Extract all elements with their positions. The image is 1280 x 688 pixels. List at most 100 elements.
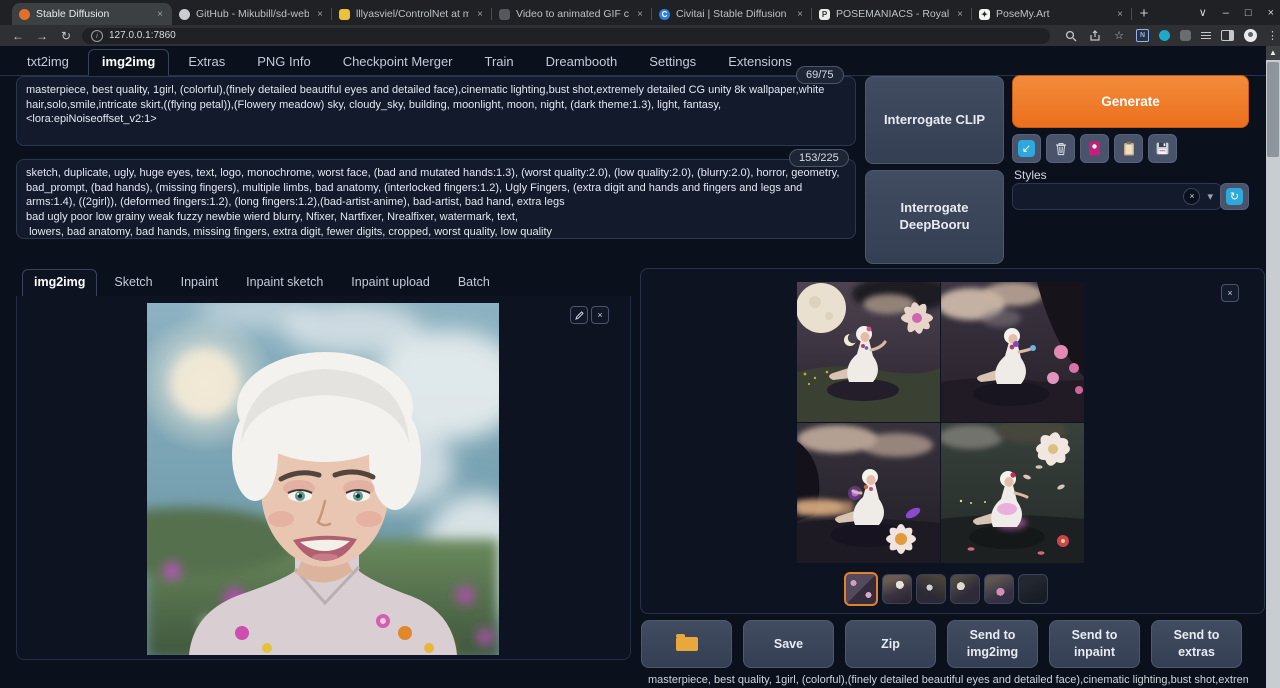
paste-params-button[interactable]: ↙ [1012,134,1041,163]
apply-styles-button[interactable] [1114,134,1143,163]
thumbnail-2[interactable] [882,574,912,604]
gallery-action-row: Save Zip Send to img2img Send to inpaint… [641,620,1242,668]
tab-close-icon[interactable]: × [155,9,165,20]
browser-tab-strip: Stable Diffusion × GitHub - Mikubill/sd-… [0,0,1280,25]
refresh-styles-button[interactable]: ↻ [1220,183,1249,210]
tab-train[interactable]: Train [472,50,527,75]
save-button[interactable]: Save [743,620,834,668]
zoom-icon[interactable] [1064,29,1078,43]
tab-extras[interactable]: Extras [175,50,238,75]
thumbnail-4[interactable] [950,574,980,604]
clear-prompt-button[interactable] [1046,134,1075,163]
extension-pin-icon[interactable] [1180,30,1191,41]
mode-tab-inpaint-sketch[interactable]: Inpaint sketch [235,270,334,296]
side-panel-icon[interactable] [1221,30,1234,41]
browser-tab-video-gif[interactable]: Video to animated GIF converter × [492,3,652,25]
open-folder-button[interactable] [641,620,732,668]
tab-close-icon[interactable]: × [955,9,965,20]
browser-tab-github[interactable]: GitHub - Mikubill/sd-webui-co × [172,3,332,25]
forward-icon[interactable]: → [30,29,54,43]
source-image-container[interactable]: × [16,296,631,660]
prompt-textarea[interactable]: masterpiece, best quality, 1girl, (color… [16,76,856,146]
prompt-token-counter: 69/75 [796,66,844,84]
negative-prompt-textarea[interactable]: sketch, duplicate, ugly, huge eyes, text… [16,159,856,239]
generate-button[interactable]: Generate [1012,75,1249,128]
back-icon[interactable]: ← [6,29,30,43]
send-to-inpaint-button[interactable]: Send to inpaint [1049,620,1140,668]
browser-tab-stable-diffusion[interactable]: Stable Diffusion × [12,3,172,25]
tab-extensions[interactable]: Extensions [715,50,805,75]
browser-tab-civitai[interactable]: C Civitai | Stable Diffusion model × [652,3,812,25]
zip-button[interactable]: Zip [845,620,936,668]
tab-close-icon[interactable]: × [315,9,325,20]
screen: Stable Diffusion × GitHub - Mikubill/sd-… [0,0,1280,688]
extension-teal-icon[interactable] [1159,30,1170,41]
result-image-4[interactable] [941,423,1084,563]
thumbnail-6[interactable] [1018,574,1048,604]
tab-png-info[interactable]: PNG Info [244,50,323,75]
browser-tab-controlnet[interactable]: lllyasviel/ControlNet at main × [332,3,492,25]
mode-tab-batch[interactable]: Batch [447,270,501,296]
bookmark-star-icon[interactable]: ☆ [1112,29,1126,43]
tab-checkpoint-merger[interactable]: Checkpoint Merger [330,50,466,75]
tab-title: PoseMy.Art [996,8,1109,20]
source-image[interactable] [147,303,499,655]
address-bar[interactable]: i 127.0.0.1:7860 [82,28,1050,44]
mode-tab-inpaint[interactable]: Inpaint [170,270,230,296]
pencil-icon [575,311,584,320]
thumbnail-1[interactable] [844,572,878,606]
scrollbar-up-arrow[interactable]: ▲ [1266,46,1280,60]
tab-img2img[interactable]: img2img [88,49,169,76]
clear-styles-icon[interactable]: × [1183,188,1200,205]
send-to-extras-button[interactable]: Send to extras [1151,620,1242,668]
window-minimize-icon[interactable]: – [1223,7,1229,19]
reading-list-icon[interactable] [1201,30,1211,41]
styles-dropdown[interactable]: × ▾ [1012,183,1222,210]
mode-tab-inpaint-upload[interactable]: Inpaint upload [340,270,441,296]
tab-close-icon[interactable]: × [635,9,645,20]
tab-settings[interactable]: Settings [636,50,709,75]
tab-title: GitHub - Mikubill/sd-webui-co [196,8,309,20]
site-info-icon[interactable]: i [91,30,103,42]
reload-icon[interactable]: ↻ [54,29,78,43]
close-gallery-button[interactable]: × [1221,284,1239,302]
tab-close-icon[interactable]: × [1115,9,1125,20]
tab-search-chevron-icon[interactable]: ∨ [1199,6,1207,19]
save-style-button[interactable] [1148,134,1177,163]
send-to-img2img-button[interactable]: Send to img2img [947,620,1038,668]
tab-dreambooth[interactable]: Dreambooth [533,50,631,75]
extension-n-icon[interactable]: N [1136,29,1149,42]
result-image-1[interactable] [797,282,940,422]
tab-txt2img[interactable]: txt2img [14,50,82,75]
interrogate-clip-button[interactable]: Interrogate CLIP [865,76,1004,164]
result-image-3[interactable] [797,423,940,563]
extra-networks-button[interactable] [1080,134,1109,163]
scrollbar-thumb[interactable] [1267,62,1279,157]
browser-tab-posemaniacs[interactable]: P POSEMANIACS - Royalty free 3 × [812,3,972,25]
tab-close-icon[interactable]: × [475,9,485,20]
page-scrollbar[interactable]: ▲ [1266,46,1280,688]
share-icon[interactable] [1088,29,1102,43]
thumbnail-3[interactable] [916,574,946,604]
mode-tab-sketch[interactable]: Sketch [103,270,163,296]
window-maximize-icon[interactable]: □ [1245,7,1252,19]
remove-image-button[interactable]: × [591,306,609,324]
refresh-icon: ↻ [1226,188,1243,205]
thumbnail-5[interactable] [984,574,1014,604]
window-close-icon[interactable]: × [1268,7,1274,19]
interrogate-deepbooru-button[interactable]: Interrogate DeepBooru [865,170,1004,264]
mode-tab-img2img[interactable]: img2img [22,269,97,297]
result-image-2[interactable] [941,282,1084,422]
new-tab-button[interactable]: + [1132,3,1156,25]
result-grid [797,282,1084,563]
browser-menu-icon[interactable]: ⋮ [1267,29,1278,42]
edit-image-button[interactable] [570,306,588,324]
img2img-mode-tabs: img2img Sketch Inpaint Inpaint sketch In… [16,268,631,297]
dropdown-caret-icon[interactable]: ▾ [1207,190,1213,203]
tab-close-icon[interactable]: × [795,9,805,20]
favicon-posemaniacs: P [819,9,830,20]
profile-avatar[interactable] [1244,29,1257,42]
toolbar-icons: ☆ N ⋮ [1064,29,1278,43]
browser-tab-posemyart[interactable]: ✦ PoseMy.Art × [972,3,1132,25]
clipboard-icon [1123,141,1135,156]
